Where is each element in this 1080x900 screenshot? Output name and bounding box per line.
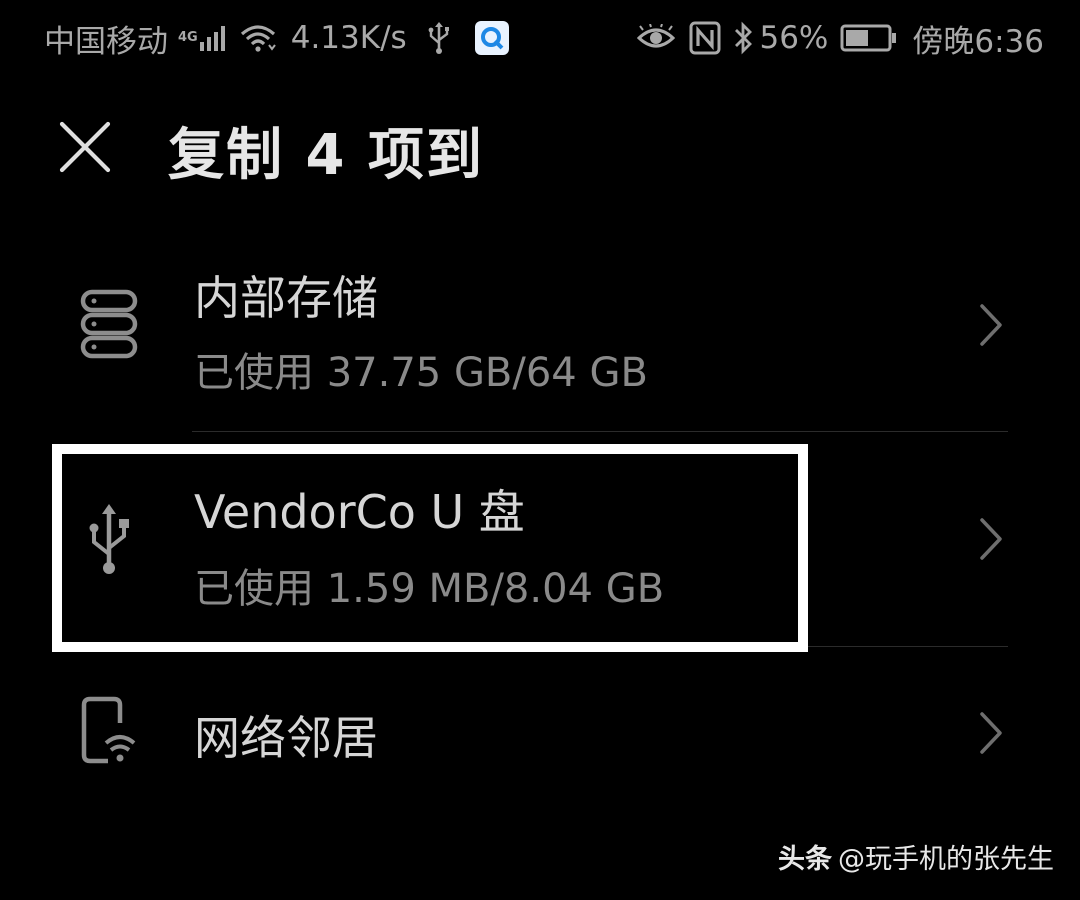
network-neighborhood-icon (74, 690, 144, 770)
battery-percent: 56% (759, 20, 829, 56)
browser-app-icon (474, 21, 509, 55)
net-speed: 4.13K/s (290, 20, 407, 56)
storage-item-title: 网络邻居 (194, 711, 378, 765)
storage-item-network[interactable]: 网络邻居 (0, 656, 1080, 816)
list-divider (192, 646, 1008, 647)
signal-icon (199, 26, 225, 51)
usb-icon (428, 22, 449, 54)
internal-storage-icon (74, 284, 144, 364)
nfc-indicator (689, 21, 721, 55)
clock: 傍晚6:36 (912, 23, 1044, 60)
storage-item-usage: 已使用 1.59 MB/8.04 GB (194, 566, 665, 612)
bluetooth-icon (735, 21, 753, 55)
network-type: 4G (178, 30, 198, 45)
status-bar-right: 56% 傍晚6:36 (627, 14, 1044, 62)
carrier-name: 中国移动 (44, 23, 168, 60)
watermark: 头条 @玩手机的张先生 (778, 837, 1054, 876)
chevron-right-icon (980, 518, 1002, 560)
watermark-brand: 头条 (778, 844, 832, 875)
storage-item-usb[interactable]: VendorCo U 盘 已使用 1.59 MB/8.04 GB (0, 440, 1080, 646)
storage-item-title: VendorCo U 盘 (194, 485, 525, 539)
wifi-indicator (239, 23, 277, 53)
list-divider (192, 431, 1008, 432)
usb-icon (74, 500, 144, 580)
battery-icon (840, 24, 897, 52)
storage-item-usage: 已使用 37.75 GB/64 GB (194, 350, 648, 396)
chevron-right-icon (980, 304, 1002, 346)
dialog-header: 复制 4 项到 (0, 100, 1080, 200)
storage-item-internal[interactable]: 内部存储 已使用 37.75 GB/64 GB (0, 240, 1080, 430)
watermark-author: @玩手机的张先生 (838, 844, 1054, 875)
page-title: 复制 4 项到 (168, 123, 484, 188)
eye-comfort-indicator (637, 24, 676, 52)
eye-comfort-icon (637, 24, 676, 48)
chevron-right-icon (980, 712, 1002, 754)
signal-indicator: 4G (178, 24, 229, 52)
wifi-icon (240, 25, 276, 52)
close-icon (59, 121, 111, 173)
status-bar-left: 中国移动 4G 4.13K/s (44, 14, 519, 62)
battery-indicator (840, 24, 898, 52)
close-button[interactable] (54, 116, 116, 178)
nfc-icon (689, 21, 721, 55)
storage-item-title: 内部存储 (194, 271, 378, 325)
bluetooth-indicator (733, 21, 755, 55)
status-bar: 中国移动 4G 4.13K/s 56% 傍晚6:36 (0, 0, 1080, 78)
usb-status (427, 21, 451, 55)
